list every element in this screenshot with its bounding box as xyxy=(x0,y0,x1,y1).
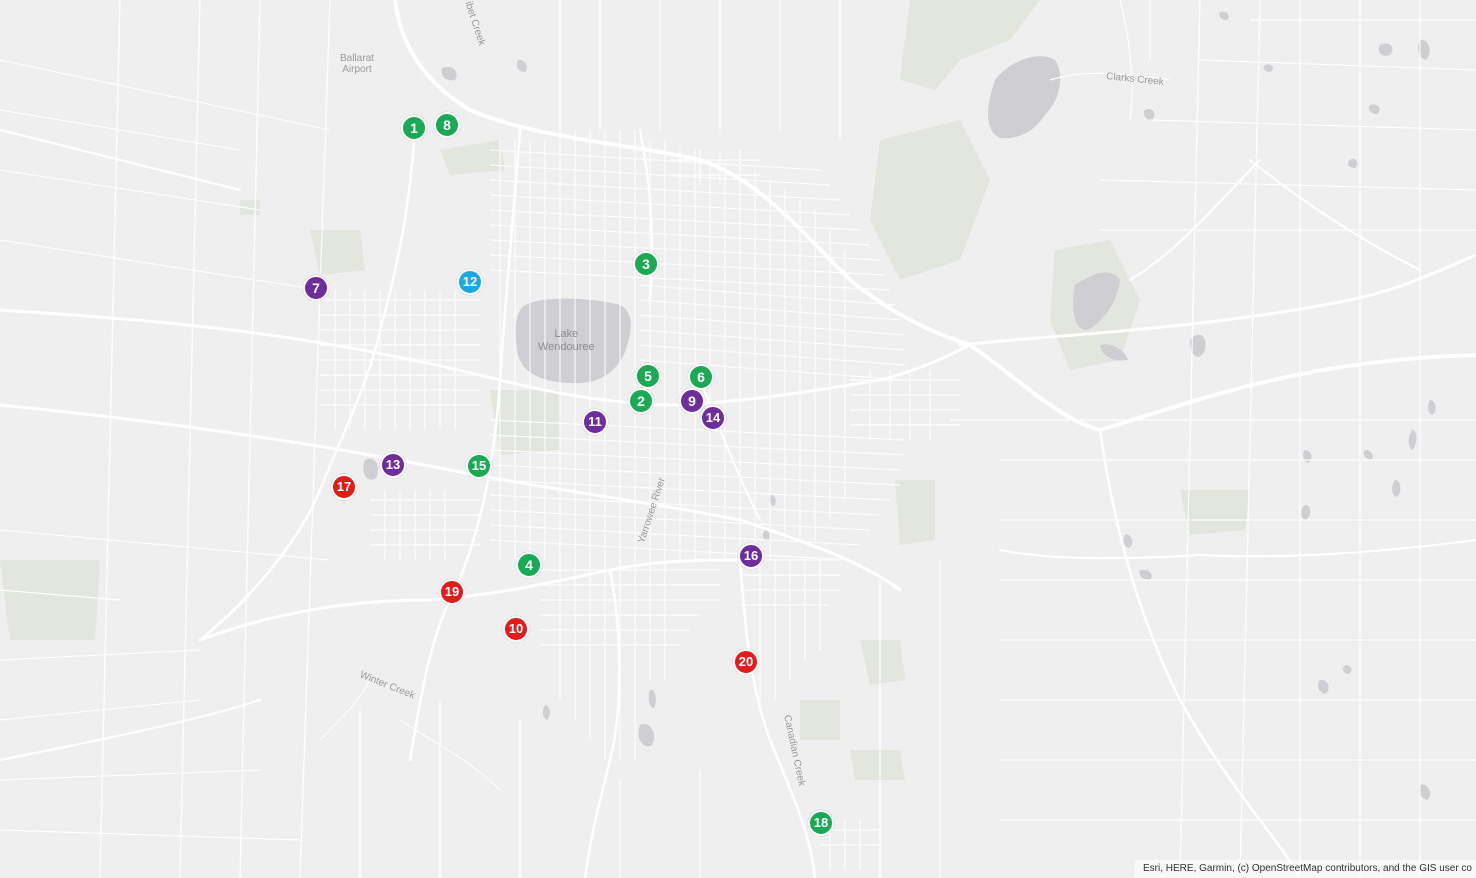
map-marker-16[interactable]: 16 xyxy=(738,543,764,569)
map-marker-19[interactable]: 19 xyxy=(439,579,465,605)
map-marker-2[interactable]: 2 xyxy=(628,388,654,414)
map-marker-18[interactable]: 18 xyxy=(808,810,834,836)
map-marker-15[interactable]: 15 xyxy=(466,453,492,479)
airport-label: Ballarat Airport xyxy=(340,53,374,75)
map-background xyxy=(0,0,1476,878)
basemap xyxy=(0,0,1476,878)
map-marker-17[interactable]: 17 xyxy=(331,474,357,500)
map-marker-20[interactable]: 20 xyxy=(733,649,759,675)
map-marker-3[interactable]: 3 xyxy=(633,251,659,277)
map-marker-12[interactable]: 12 xyxy=(457,269,483,295)
map-canvas[interactable]: Ballarat Airport Lake Wendouree Clarks C… xyxy=(0,0,1476,878)
map-marker-5[interactable]: 5 xyxy=(635,363,661,389)
lake-label: Lake Wendouree xyxy=(538,328,595,353)
map-marker-14[interactable]: 14 xyxy=(700,405,726,431)
map-marker-6[interactable]: 6 xyxy=(688,364,714,390)
map-marker-11[interactable]: 11 xyxy=(582,409,608,435)
map-marker-13[interactable]: 13 xyxy=(380,452,406,478)
map-marker-8[interactable]: 8 xyxy=(434,112,460,138)
map-marker-7[interactable]: 7 xyxy=(303,275,329,301)
map-marker-10[interactable]: 10 xyxy=(503,616,529,642)
map-marker-1[interactable]: 1 xyxy=(401,115,427,141)
map-marker-4[interactable]: 4 xyxy=(516,552,542,578)
map-attribution[interactable]: Esri, HERE, Garmin, (c) OpenStreetMap co… xyxy=(1134,860,1476,878)
